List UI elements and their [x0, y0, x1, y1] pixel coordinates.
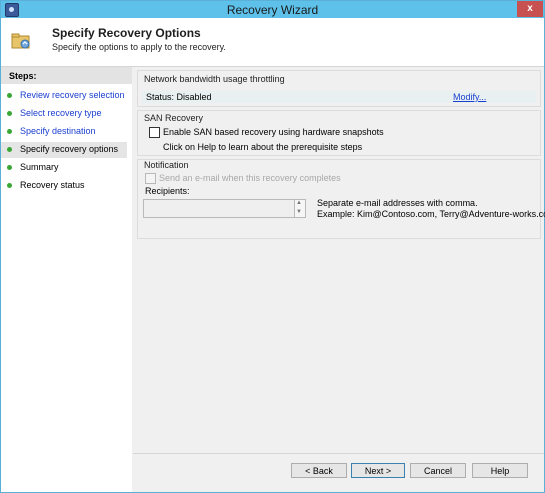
steps-title: Steps: — [9, 71, 37, 81]
step-specify-destination[interactable]: Specify destination — [1, 124, 127, 140]
back-button[interactable]: < Back — [291, 463, 347, 478]
step-label: Specify recovery options — [20, 144, 119, 154]
close-button[interactable]: x — [517, 1, 543, 17]
footer-divider — [133, 453, 544, 454]
step-status-icon — [7, 165, 12, 170]
bandwidth-group-label: Network bandwidth usage throttling — [144, 74, 285, 84]
step-status-icon — [7, 93, 12, 98]
options-pane: Network bandwidth usage throttling Statu… — [133, 67, 545, 492]
step-status-icon — [7, 183, 12, 188]
page-subtitle: Specify the options to apply to the reco… — [52, 42, 226, 52]
bandwidth-status-row: Status: Disabled Modify... — [142, 91, 536, 103]
page-title: Specify Recovery Options — [52, 26, 201, 40]
steps-pane: Steps: Review recovery selection Select … — [1, 67, 132, 492]
san-recovery-checkbox[interactable] — [149, 127, 160, 138]
notification-group: Notification Send an e-mail when this re… — [137, 159, 545, 239]
recipients-scroll-control[interactable]: ▲ ▼ — [294, 199, 306, 218]
step-status-icon — [7, 147, 12, 152]
bandwidth-group: Network bandwidth usage throttling Statu… — [137, 70, 541, 107]
steps-header: Steps: — [1, 67, 132, 84]
san-recovery-group: SAN Recovery Enable SAN based recovery u… — [137, 110, 541, 156]
san-help-text: Click on Help to learn about the prerequ… — [163, 142, 363, 152]
recipients-input[interactable] — [143, 199, 295, 218]
step-label: Summary — [20, 162, 59, 172]
recipients-hint-line1: Separate e-mail addresses with comma. — [317, 198, 478, 208]
wizard-header: Specify Recovery Options Specify the opt… — [1, 18, 544, 67]
title-bar[interactable]: Recovery Wizard x — [1, 1, 544, 18]
step-select-recovery-type[interactable]: Select recovery type — [1, 106, 127, 122]
notification-group-label: Notification — [144, 160, 189, 170]
modify-link[interactable]: Modify... — [453, 92, 486, 102]
window-title: Recovery Wizard — [226, 3, 319, 17]
recipients-label: Recipients: — [145, 186, 190, 196]
step-label[interactable]: Review recovery selection — [20, 90, 125, 100]
step-status-icon — [7, 129, 12, 134]
help-button[interactable]: Help — [472, 463, 528, 478]
step-specify-recovery-options: Specify recovery options — [1, 142, 127, 158]
step-review-recovery-selection[interactable]: Review recovery selection — [1, 88, 127, 104]
next-button[interactable]: Next > — [351, 463, 405, 478]
step-label: Recovery status — [20, 180, 85, 190]
recovery-folder-icon — [11, 33, 30, 49]
san-group-label: SAN Recovery — [144, 113, 204, 123]
scroll-down-icon[interactable]: ▼ — [296, 209, 302, 215]
recovery-wizard-window: Recovery Wizard x Specify Recovery Optio… — [0, 0, 545, 493]
email-notification-checkbox-label[interactable]: Send an e-mail when this recovery comple… — [159, 173, 341, 183]
step-summary: Summary — [1, 160, 127, 176]
recipients-hint-line2: Example: Kim@Contoso.com, Terry@Adventur… — [317, 209, 545, 219]
step-recovery-status: Recovery status — [1, 178, 127, 194]
step-label[interactable]: Select recovery type — [20, 108, 102, 118]
san-recovery-checkbox-label[interactable]: Enable SAN based recovery using hardware… — [163, 127, 384, 137]
step-label[interactable]: Specify destination — [20, 126, 96, 136]
scroll-up-icon[interactable]: ▲ — [296, 200, 302, 206]
step-status-icon — [7, 111, 12, 116]
email-notification-checkbox[interactable] — [145, 173, 156, 184]
bandwidth-status: Status: Disabled — [146, 92, 212, 102]
cancel-button[interactable]: Cancel — [410, 463, 466, 478]
